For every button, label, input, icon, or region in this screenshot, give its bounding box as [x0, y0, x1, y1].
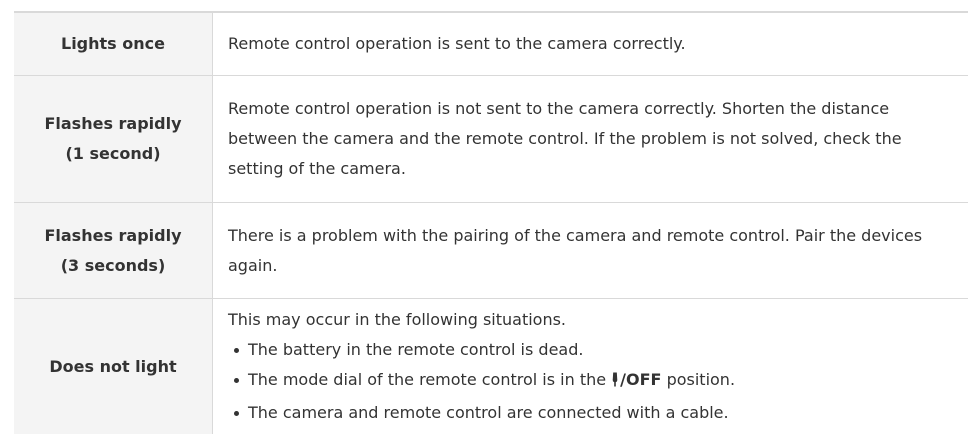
status-label: Flashes rapidly (3 seconds)	[14, 202, 213, 299]
status-description: Remote control operation is not sent to …	[212, 75, 968, 203]
status-description: Remote control operation is sent to the …	[212, 11, 968, 76]
status-label: Lights once	[14, 11, 213, 76]
situations-list: The battery in the remote control is dea…	[228, 335, 954, 428]
status-label-subtext: (1 second)	[65, 144, 161, 163]
power-off-position-label: /OFF	[611, 370, 661, 389]
list-item-text: position.	[661, 370, 736, 389]
table-row: Does not light This may occur in the fol…	[14, 298, 968, 434]
list-item: The mode dial of the remote control is i…	[228, 365, 954, 398]
status-label-subtext: (3 seconds)	[60, 255, 166, 275]
status-label-text: Does not light	[49, 356, 177, 376]
status-label-text: Flashes rapidly	[44, 114, 182, 133]
status-label: Does not light	[14, 298, 213, 434]
led-status-table: Lights once Remote control operation is …	[14, 11, 968, 434]
power-off-label: /OFF	[620, 370, 662, 389]
table-row: Flashes rapidly (3 seconds) There is a p…	[14, 202, 968, 299]
situations-intro: This may occur in the following situatio…	[228, 310, 567, 329]
status-label-text: Flashes rapidly	[44, 225, 182, 245]
status-label-text: Lights once	[61, 34, 165, 53]
power-icon	[611, 368, 619, 398]
status-label: Flashes rapidly (1 second)	[14, 75, 213, 203]
status-description: This may occur in the following situatio…	[212, 298, 968, 434]
status-description: There is a problem with the pairing of t…	[212, 202, 968, 299]
list-item: The battery in the remote control is dea…	[228, 335, 954, 365]
list-item: The camera and remote control are connec…	[228, 398, 954, 428]
table-row: Lights once Remote control operation is …	[14, 11, 968, 76]
list-item-text: The mode dial of the remote control is i…	[248, 370, 612, 389]
table-row: Flashes rapidly (1 second) Remote contro…	[14, 75, 968, 203]
